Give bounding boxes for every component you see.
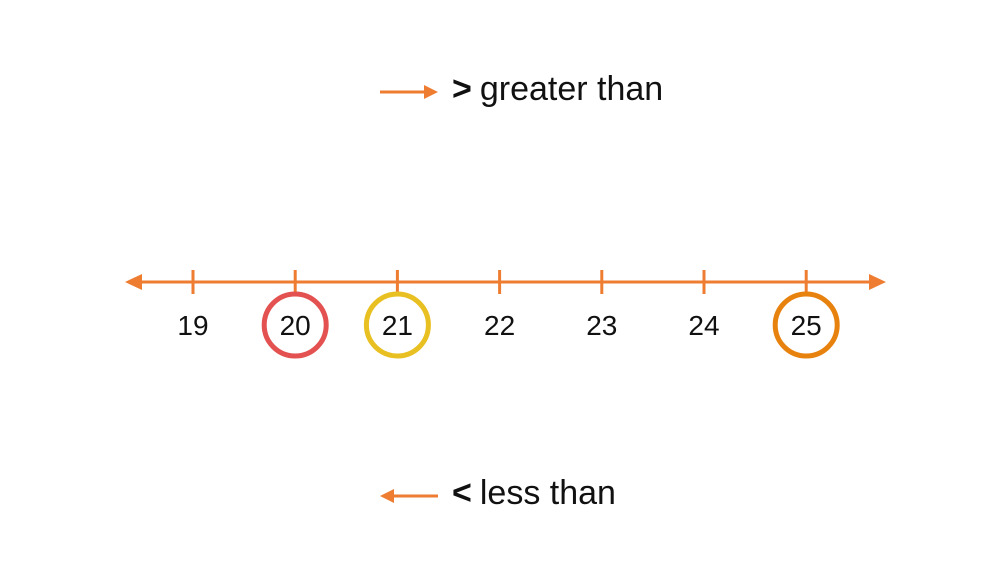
left-arrow-head-icon: [380, 489, 394, 503]
tick-label-22: 22: [484, 310, 515, 341]
less-than-label: less than: [479, 474, 616, 512]
greater-than-label: greater than: [479, 70, 664, 108]
tick-label-25: 25: [791, 310, 822, 341]
greater-than-legend: > greater than: [452, 70, 663, 109]
tick-label-24: 24: [688, 310, 719, 341]
less-than-symbol: <: [452, 474, 472, 512]
tick-label-23: 23: [586, 310, 617, 341]
tick-label-19: 19: [177, 310, 208, 341]
greater-than-symbol: >: [452, 70, 472, 108]
tick-labels-group: 19 20 21 22 23 24 25: [177, 310, 821, 341]
left-arrowhead-icon: [125, 274, 142, 290]
less-than-legend: < less than: [452, 474, 616, 513]
right-arrow-head-icon: [424, 85, 438, 99]
number-line: [125, 274, 886, 290]
tick-label-21: 21: [382, 310, 413, 341]
right-arrowhead-icon: [869, 274, 886, 290]
tick-label-20: 20: [280, 310, 311, 341]
circles-group: [261, 291, 840, 359]
